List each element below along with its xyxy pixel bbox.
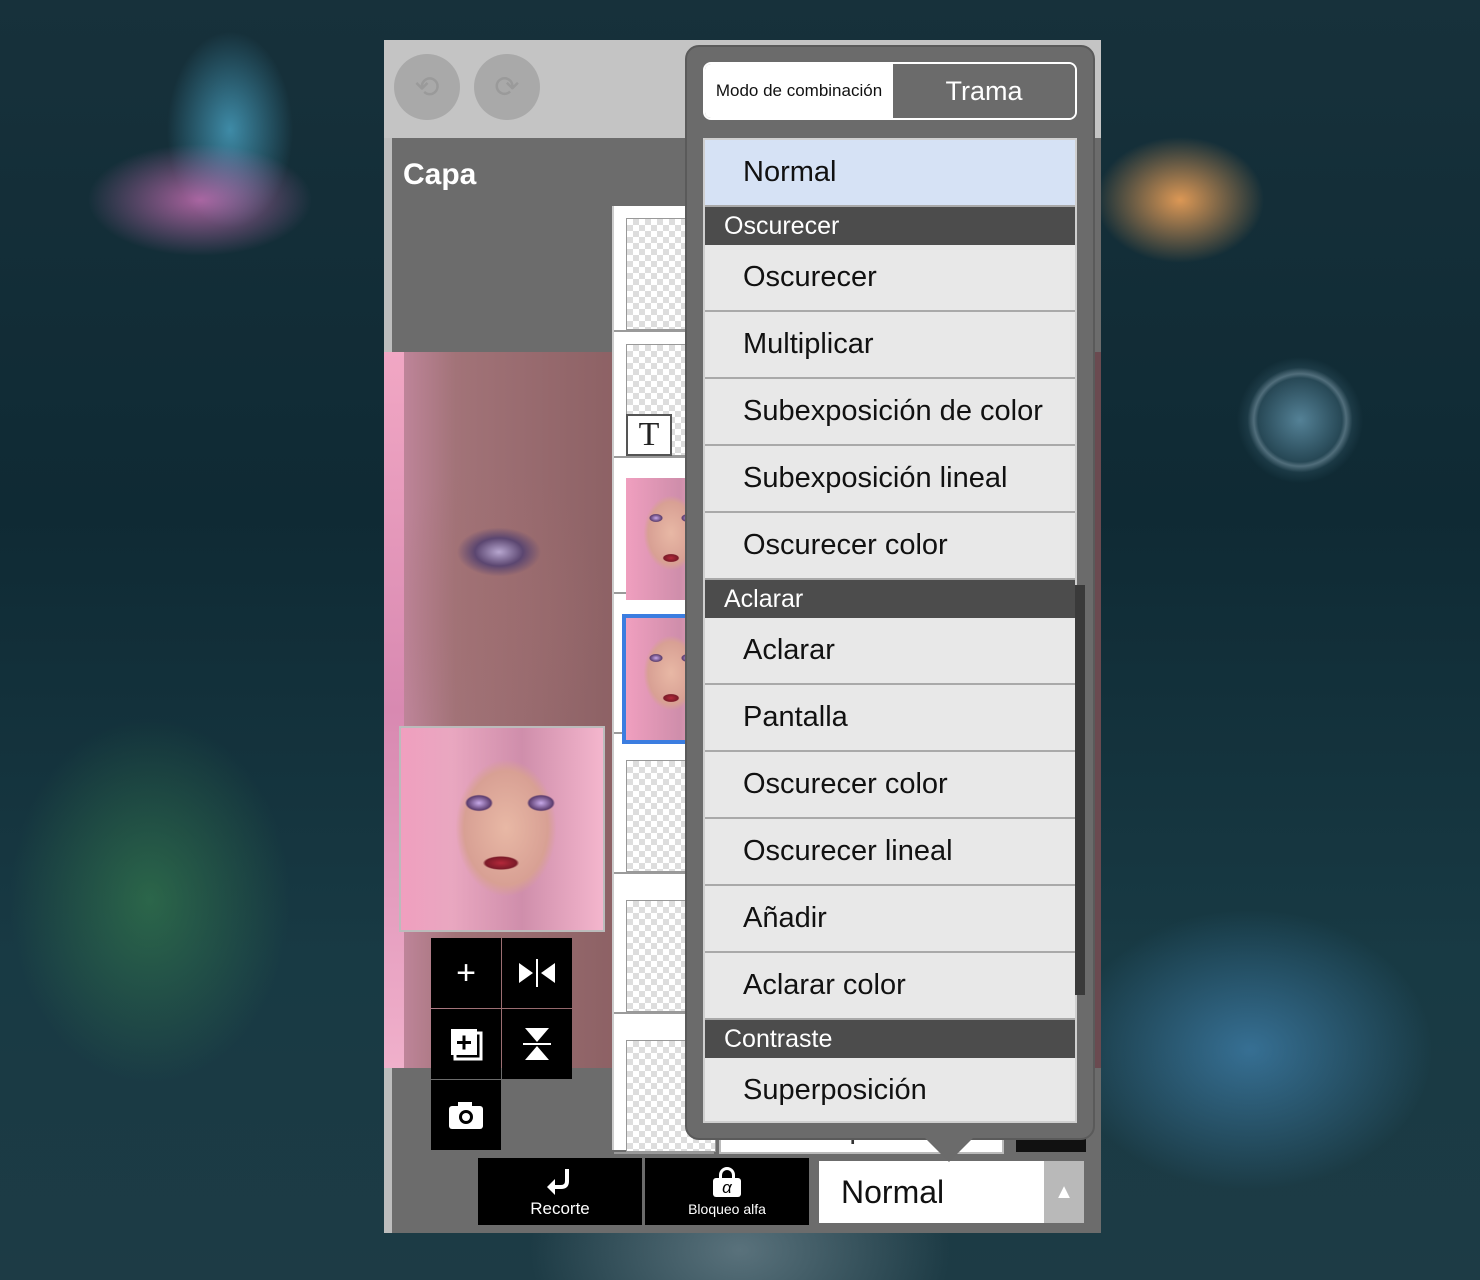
menu-section-header: Oscurecer bbox=[705, 207, 1075, 245]
layer-panel-title: Capa bbox=[403, 158, 477, 191]
popup-pointer bbox=[925, 1138, 973, 1162]
alpha-lock-label: Bloqueo alfa bbox=[688, 1200, 766, 1217]
tab-blend-mode[interactable]: Modo de combinación bbox=[705, 64, 893, 118]
menu-item-selected[interactable]: Normal bbox=[705, 140, 1075, 207]
flip-horizontal-icon bbox=[519, 959, 555, 987]
merge-down-icon bbox=[523, 1028, 551, 1060]
blend-mode-value: Normal bbox=[841, 1173, 945, 1210]
alpha-symbol: α bbox=[713, 1177, 741, 1197]
blend-mode-list: Normal Oscurecer Oscurecer Multiplicar Subex… bbox=[703, 138, 1077, 1123]
redo-button[interactable]: ⟳ bbox=[474, 54, 540, 120]
redo-icon: ⟳ bbox=[494, 70, 520, 104]
menu-item[interactable]: Aclarar bbox=[705, 618, 1075, 685]
menu-item[interactable]: Superposición bbox=[705, 1058, 1075, 1121]
menu-item[interactable]: Añadir bbox=[705, 886, 1075, 953]
layer-tools: + bbox=[431, 938, 572, 1150]
popup-tabs: Modo de combinación Trama bbox=[703, 62, 1077, 120]
camera-button[interactable] bbox=[431, 1080, 501, 1150]
blend-mode-select[interactable]: Normal ▲ bbox=[819, 1161, 1084, 1223]
clipping-button[interactable]: Recorte bbox=[478, 1158, 642, 1225]
menu-item[interactable]: Aclarar color bbox=[705, 953, 1075, 1020]
merge-down-button[interactable] bbox=[502, 1009, 572, 1079]
chevron-up-icon[interactable]: ▲ bbox=[1044, 1161, 1084, 1223]
menu-item[interactable]: Multiplicar bbox=[705, 312, 1075, 379]
camera-icon bbox=[449, 1102, 483, 1129]
alpha-lock-button[interactable]: α Bloqueo alfa bbox=[645, 1158, 809, 1225]
clipping-label: Recorte bbox=[530, 1198, 590, 1218]
menu-item[interactable]: Oscurecer color bbox=[705, 752, 1075, 819]
add-copy-icon bbox=[451, 1029, 483, 1061]
add-copy-button[interactable] bbox=[431, 1009, 501, 1079]
clipping-arrow-icon bbox=[547, 1168, 569, 1195]
tab-screentone[interactable]: Trama bbox=[893, 64, 1075, 118]
bottom-bar: Recorte α Bloqueo alfa Normal ▲ bbox=[478, 1158, 1101, 1233]
flip-layer-button[interactable] bbox=[502, 938, 572, 1008]
canvas-thumbnail bbox=[399, 726, 605, 932]
menu-item[interactable]: Pantalla bbox=[705, 685, 1075, 752]
add-layer-button[interactable]: + bbox=[431, 938, 501, 1008]
menu-scrollbar[interactable] bbox=[1075, 585, 1085, 995]
menu-item[interactable]: Subexposición de color bbox=[705, 379, 1075, 446]
text-layer-icon: T bbox=[626, 414, 672, 456]
undo-icon: ⟲ bbox=[414, 70, 440, 104]
menu-section-header: Aclarar bbox=[705, 580, 1075, 618]
undo-button[interactable]: ⟲ bbox=[394, 54, 460, 120]
lock-icon: α bbox=[713, 1166, 741, 1197]
menu-item[interactable]: Oscurecer bbox=[705, 245, 1075, 312]
plus-icon: + bbox=[456, 953, 476, 992]
menu-item[interactable]: Oscurecer lineal bbox=[705, 819, 1075, 886]
menu-item[interactable]: Oscurecer color bbox=[705, 513, 1075, 580]
menu-section-header: Contraste bbox=[705, 1020, 1075, 1058]
menu-item[interactable]: Subexposición lineal bbox=[705, 446, 1075, 513]
